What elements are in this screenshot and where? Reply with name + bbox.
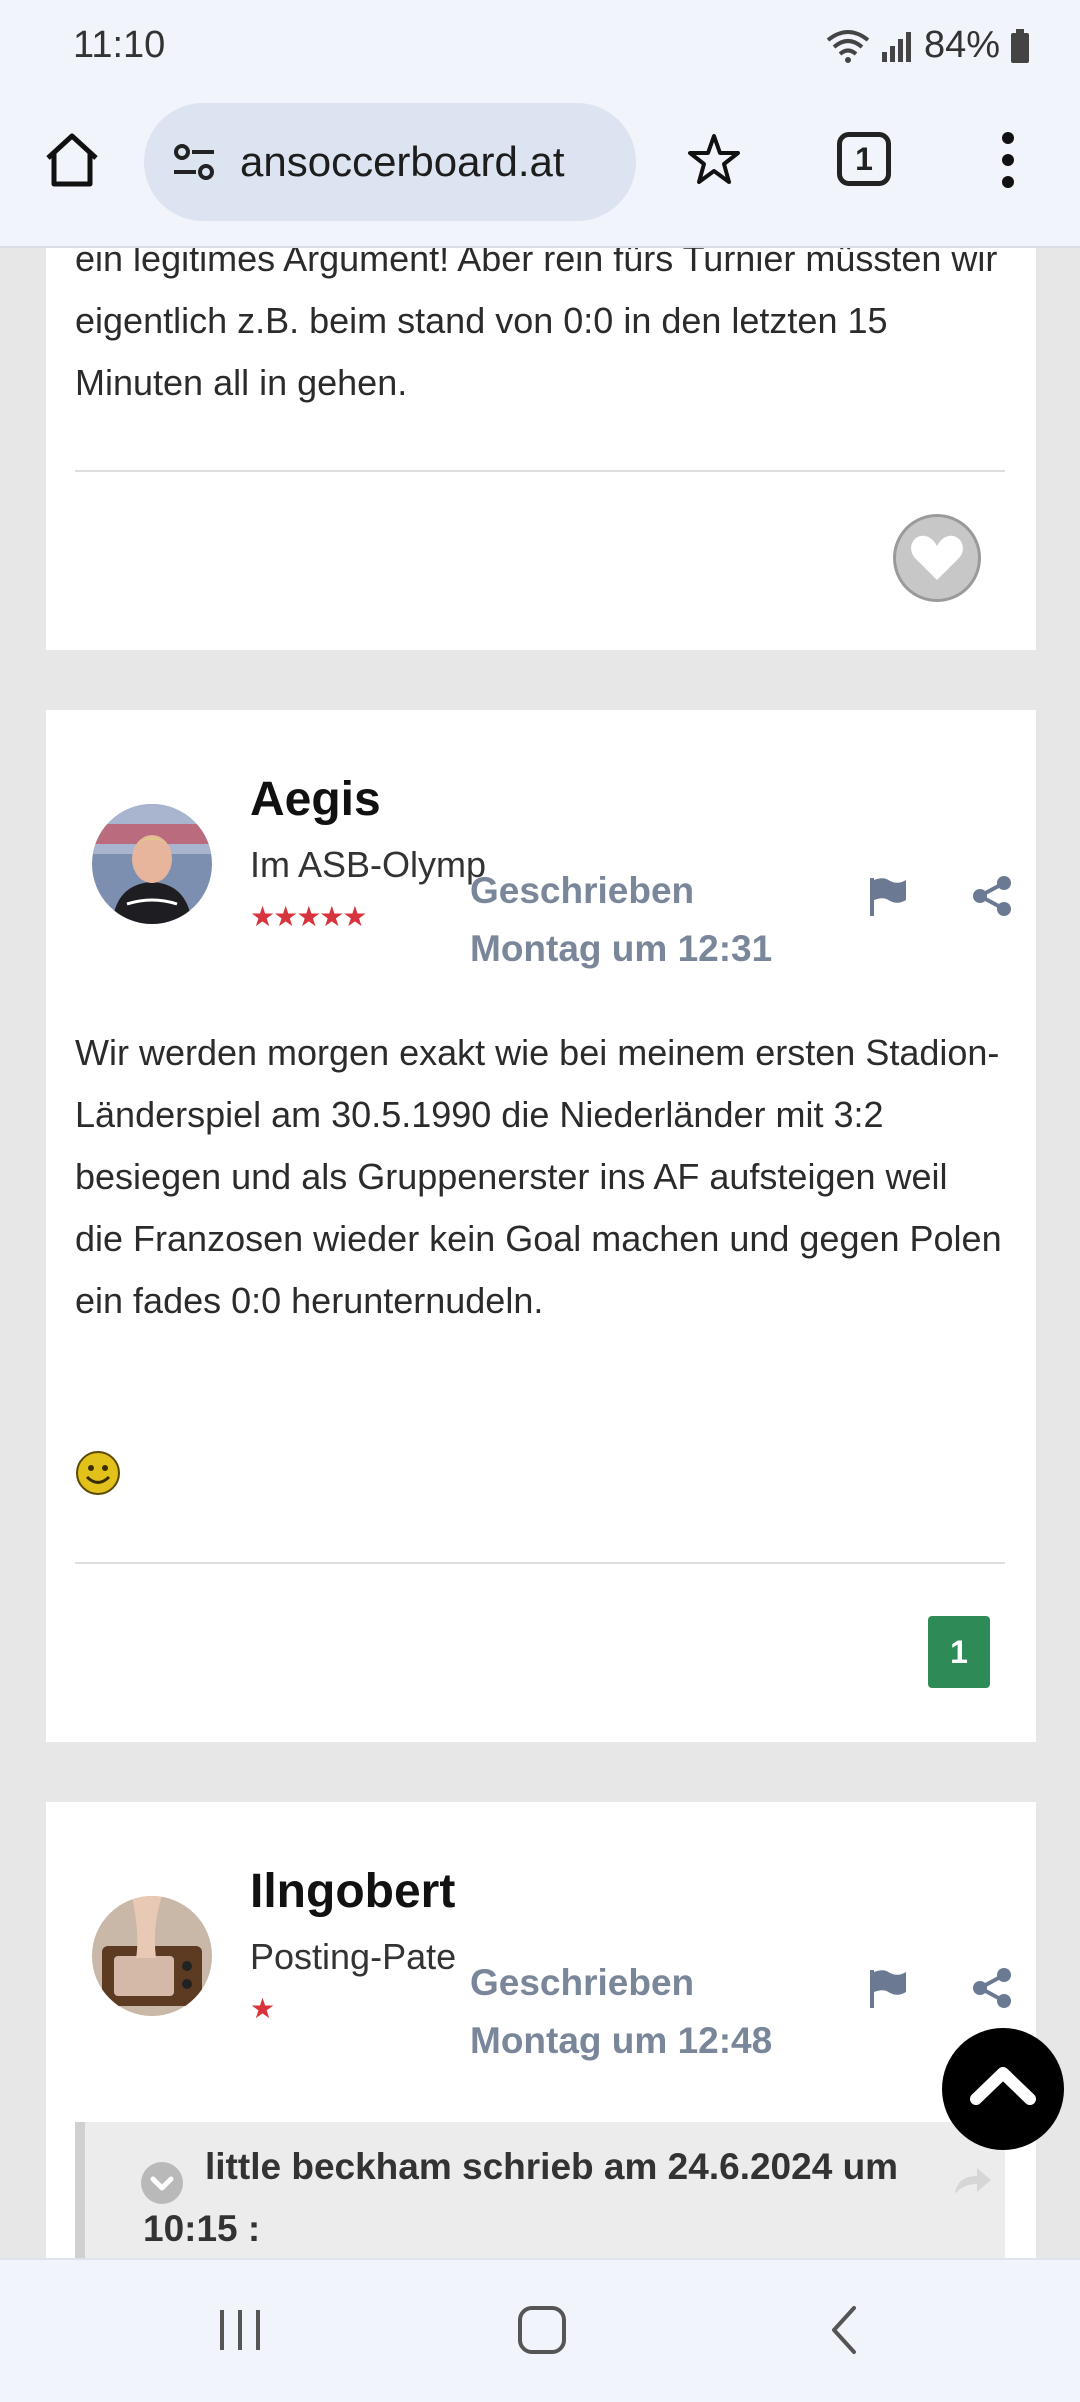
divider: [75, 1562, 1005, 1564]
recent-apps-icon[interactable]: [210, 2300, 270, 2360]
quote-block: little beckham schrieb am 24.6.2024 um 1…: [75, 2122, 1005, 2258]
reaction-count-badge[interactable]: 1: [928, 1616, 990, 1688]
back-icon[interactable]: [816, 2300, 876, 2360]
written-time[interactable]: Montag um 12:31: [470, 920, 772, 978]
rank-stars: ★: [250, 1993, 275, 2024]
share-icon[interactable]: [970, 874, 1014, 918]
author-name[interactable]: Ilngobert: [250, 1864, 455, 1919]
more-menu-icon[interactable]: [996, 130, 1020, 190]
flag-icon[interactable]: [866, 1966, 910, 2010]
post-card-ilngobert: Ilngobert Posting-Pate ★ Geschrieben Mon…: [46, 1802, 1036, 2258]
url-text[interactable]: ansoccerboard.at: [240, 138, 565, 186]
signal-icon: [881, 31, 911, 62]
page-content[interactable]: ein legitimes Argument! Aber rein fürs T…: [0, 248, 1080, 2258]
battery-icon: [1011, 28, 1029, 63]
like-button[interactable]: [893, 514, 981, 602]
smiley-icon: [76, 1451, 120, 1495]
post-card-aegis: Aegis Im ASB-Olymp ★★★★★ Geschrieben Mon…: [46, 710, 1036, 1742]
heart-icon: [911, 535, 963, 580]
scroll-to-top-button[interactable]: [942, 2028, 1064, 2150]
home-icon[interactable]: [40, 128, 104, 192]
written-time[interactable]: Montag um 12:48: [470, 2012, 772, 2070]
quote-header: little beckham schrieb am 24.6.2024 um 1…: [143, 2146, 899, 2249]
home-nav-icon[interactable]: [512, 2300, 572, 2360]
chevron-up-icon: [970, 2067, 1036, 2105]
url-bar[interactable]: ansoccerboard.at: [144, 103, 636, 221]
site-settings-icon[interactable]: [170, 138, 218, 186]
wifi-icon: [826, 29, 870, 63]
status-bar: 11:10 84%: [0, 0, 1080, 98]
battery-percentage: 84%: [923, 24, 1000, 66]
avatar[interactable]: [92, 1896, 212, 2016]
browser-toolbar: ansoccerboard.at 1: [0, 98, 1080, 248]
rank-stars: ★★★★★: [250, 901, 368, 932]
flag-icon[interactable]: [866, 874, 910, 918]
system-nav-bar: [0, 2258, 1080, 2402]
share-icon[interactable]: [970, 1966, 1014, 2010]
tab-switcher-button[interactable]: 1: [837, 132, 891, 186]
post-text: ein legitimes Argument! Aber rein fürs T…: [75, 248, 998, 403]
post-text: Wir werden morgen exakt wie bei meinem e…: [75, 1032, 1002, 1321]
status-time: 11:10: [73, 24, 166, 66]
status-icons: 84%: [826, 24, 1030, 67]
author-rank: Im ASB-Olymp: [250, 844, 487, 885]
jump-to-quote-icon[interactable]: [951, 2164, 993, 2198]
bookmark-star-icon[interactable]: [684, 130, 744, 190]
divider: [75, 470, 1005, 472]
avatar[interactable]: [92, 804, 212, 924]
author-name[interactable]: Aegis: [250, 772, 381, 827]
written-label: Geschrieben: [470, 870, 695, 911]
post-card-previous: ein legitimes Argument! Aber rein fürs T…: [46, 248, 1036, 650]
author-rank: Posting-Pate: [250, 1936, 457, 1977]
written-label: Geschrieben: [470, 1962, 695, 2003]
